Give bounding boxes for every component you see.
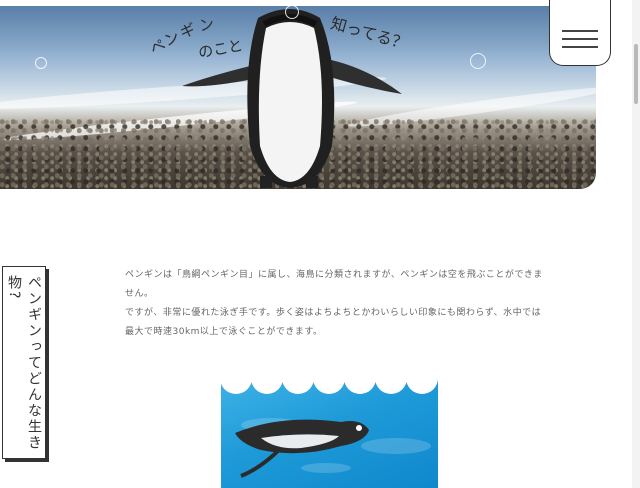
paragraph-line: 最大で時速30km以上で泳ぐことができます。 bbox=[125, 327, 323, 337]
section-title: ペンギンってどんな生き物? bbox=[6, 275, 42, 451]
scrollbar[interactable] bbox=[632, 0, 640, 488]
decor-ring bbox=[470, 53, 486, 69]
paragraph-line: せん。 bbox=[125, 289, 154, 299]
menu-button[interactable] bbox=[549, 0, 611, 66]
paragraph-line: ペンギンは「鳥綱ペンギン目」に属し、海鳥に分類されますが、ペンギンは空を飛ぶこと… bbox=[125, 270, 543, 280]
section-body: ペンギンは「鳥綱ペンギン目」に属し、海鳥に分類されますが、ペンギンは空を飛ぶこと… bbox=[125, 266, 545, 342]
section-title-box: ペンギンってどんな生き物? bbox=[2, 266, 46, 459]
hero-title-char: ン bbox=[197, 15, 216, 35]
decor-ring bbox=[35, 57, 47, 69]
scrollbar-thumb[interactable] bbox=[634, 44, 638, 104]
paragraph-line: ですが、非常に優れた泳ぎ手です。歩く姿はよちよちとかわいらしい印象にも関わらず、… bbox=[125, 308, 542, 318]
decor-ring bbox=[285, 5, 299, 19]
swimming-penguin-photo bbox=[221, 378, 438, 488]
